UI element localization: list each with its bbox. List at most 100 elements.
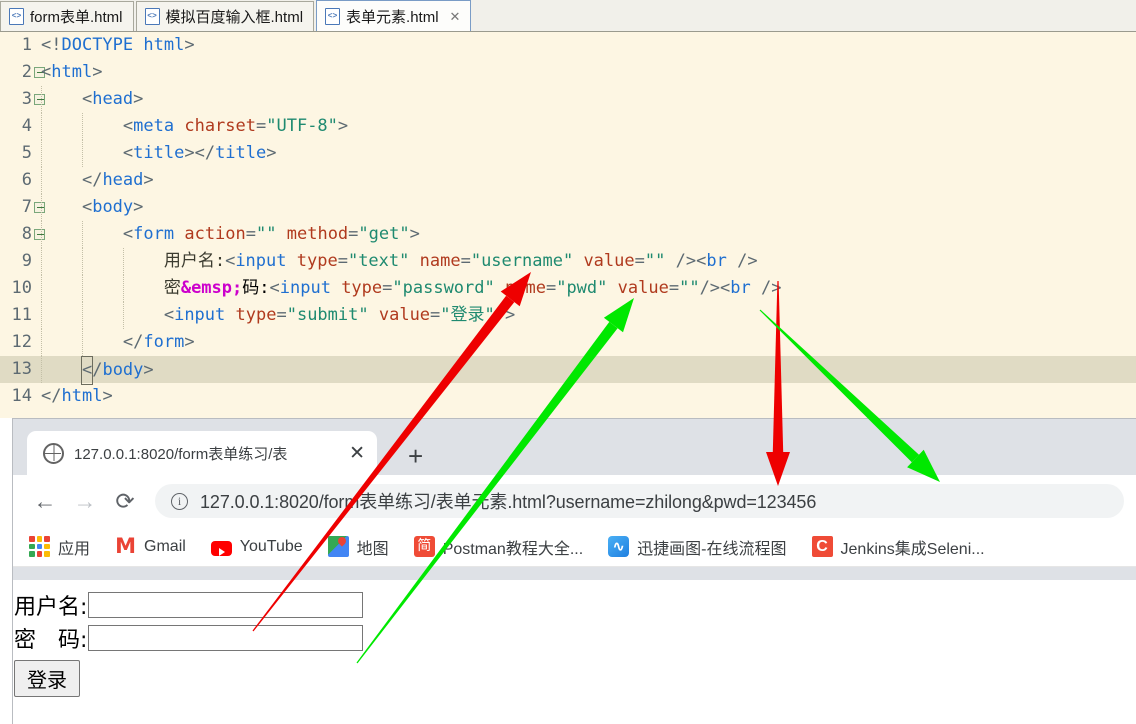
apps-grid-icon [29, 536, 50, 557]
code-line: 1 <!DOCTYPE html> [0, 32, 1136, 59]
forward-button[interactable]: → [65, 481, 105, 521]
jianshu-icon: 简 [413, 536, 435, 557]
close-icon[interactable]: ✕ [450, 10, 461, 23]
line-number: 4 [21, 116, 32, 136]
html-file-icon [325, 7, 341, 25]
code-line-text: 用户名:<input type="text" name="username" v… [41, 251, 758, 271]
rendered-form: 用户名: 密 码: 登录 [14, 588, 364, 697]
editor-tab-strip: form表单.html 模拟百度输入框.html 表单元素.html ✕ [0, 0, 1136, 32]
page-viewport: 用户名: 密 码: 登录 [0, 580, 1136, 724]
code-line: 5 <title></title> [0, 140, 1136, 167]
line-number: 12 [11, 332, 32, 352]
code-line-text: <!DOCTYPE html> [41, 35, 195, 55]
bookmark-item[interactable]: YouTube [210, 537, 316, 556]
code-line-text: </body> [41, 356, 154, 385]
line-number: 6 [21, 170, 32, 190]
code-editor: form表单.html 模拟百度输入框.html 表单元素.html ✕ 1 <!DOC… [0, 0, 1136, 418]
code-line-text: </head> [81, 170, 154, 190]
bookmark-item[interactable]: ∿ 迅捷画图-在线流程图 [608, 535, 799, 559]
bookmarks-bar: 应用 M Gmail YouTube 地图 简 Postman教程大全... ∿ 迅捷画图-在线… [13, 527, 1136, 567]
editor-tab-label: 模拟百度输入框.html [165, 9, 304, 26]
line-number: 3 [21, 89, 32, 109]
close-icon[interactable]: ✕ [345, 444, 369, 463]
code-line: 13 </body> [0, 356, 1136, 385]
editor-tab[interactable]: 模拟百度输入框.html [135, 1, 315, 31]
reload-button[interactable]: ⟳ [105, 481, 145, 521]
code-line: 7 <body> [0, 194, 1136, 221]
line-number: 2 [21, 62, 32, 82]
code-line-text: <body> [81, 197, 144, 217]
code-line-text: 密&emsp;码:<input type="password" name="pw… [41, 278, 782, 298]
code-line-text: <html> [41, 62, 103, 82]
browser-toolbar: ← → ⟳ 127.0.0.1:8020/form表单练习/表单元素.html?… [13, 475, 1136, 527]
editor-tab[interactable]: 表单元素.html ✕ [316, 0, 472, 31]
code-text-area[interactable]: 1 <!DOCTYPE html> 2 <html> 3 <head> 4 <meta c… [0, 32, 1136, 418]
bookmark-item[interactable]: C Jenkins集成Seleni... [811, 535, 998, 559]
submit-button[interactable]: 登录 [14, 660, 80, 697]
new-tab-button[interactable]: + [408, 443, 423, 469]
line-number: 5 [21, 143, 32, 163]
address-bar-url: 127.0.0.1:8020/form表单练习/表单元素.html?userna… [200, 492, 817, 512]
line-number: 10 [11, 278, 32, 298]
code-line: 9 用户名:<input type="text" name="username"… [0, 248, 1136, 275]
bookmark-item[interactable]: 应用 [29, 535, 103, 559]
xunjie-icon: ∿ [608, 536, 630, 557]
line-number: 7 [21, 197, 32, 217]
bookmark-label: 应用 [58, 540, 91, 558]
password-label: 密 码: [14, 627, 88, 653]
password-input[interactable] [88, 624, 364, 651]
code-line: 8 <form action="" method="get"> [0, 221, 1136, 248]
line-number: 13 [11, 359, 32, 379]
line-number: 8 [21, 224, 32, 244]
info-circle-icon[interactable] [171, 492, 188, 510]
line-number: 11 [11, 305, 32, 325]
line-number: 9 [21, 251, 32, 271]
google-maps-icon [327, 536, 349, 557]
code-line-text: <form action="" method="get"> [122, 224, 420, 244]
html-file-icon [9, 8, 24, 25]
bookmark-item[interactable]: M Gmail [115, 536, 199, 557]
browser-tab[interactable]: 127.0.0.1:8020/form表单练习/表 ✕ [27, 431, 377, 475]
editor-tab-label: 表单元素.html [346, 8, 439, 26]
line-number: 1 [21, 35, 32, 55]
code-line: 3 <head> [0, 86, 1136, 113]
code-line: 14 </html> [0, 383, 1136, 410]
code-line: 6 </head> [0, 167, 1136, 194]
bookmark-label: Postman教程大全... [442, 540, 584, 558]
viewport-left-border [12, 580, 13, 724]
browser-tab-strip: 127.0.0.1:8020/form表单练习/表 ✕ + [13, 419, 1136, 475]
password-row: 密 码: [14, 621, 364, 654]
line-number: 14 [11, 386, 32, 406]
html-file-icon [144, 8, 160, 25]
address-bar[interactable]: 127.0.0.1:8020/form表单练习/表单元素.html?userna… [155, 484, 1124, 518]
editor-tab-label: form表单.html [30, 9, 123, 26]
code-line-text: <meta charset="UTF-8"> [122, 116, 349, 136]
code-line: 12 </form> [0, 329, 1136, 356]
bookmark-label: Gmail [144, 537, 186, 555]
code-line: 2 <html> [0, 59, 1136, 86]
back-button[interactable]: ← [25, 481, 65, 521]
code-line: 11 <input type="submit" value="登录"/> [0, 302, 1136, 329]
code-line-text: <input type="submit" value="登录"/> [163, 305, 516, 325]
youtube-icon [210, 540, 232, 556]
code-line-text: <head> [81, 89, 144, 109]
bookmark-label: 地图 [356, 540, 389, 558]
browser-tab-title: 127.0.0.1:8020/form表单练习/表 [74, 445, 288, 463]
code-line-text: </form> [122, 332, 195, 352]
bookmark-label: YouTube [239, 537, 303, 555]
globe-icon [43, 442, 64, 464]
bookmark-item[interactable]: 地图 [327, 535, 402, 559]
code-line: 4 <meta charset="UTF-8"> [0, 113, 1136, 140]
gmail-icon: M [115, 534, 136, 558]
bookmark-label: 迅捷画图-在线流程图 [637, 540, 787, 558]
code-line-text: </html> [41, 386, 113, 406]
username-input[interactable] [88, 591, 364, 618]
code-line-text: <title></title> [122, 143, 277, 163]
bookmark-label: Jenkins集成Seleni... [840, 540, 985, 558]
username-row: 用户名: [14, 588, 364, 621]
editor-tab[interactable]: form表单.html [0, 1, 134, 31]
username-label: 用户名: [14, 594, 88, 620]
bookmark-item[interactable]: 简 Postman教程大全... [413, 535, 596, 559]
csdn-icon: C [811, 536, 833, 557]
code-line: 10 密&emsp;码:<input type="password" name=… [0, 275, 1136, 302]
